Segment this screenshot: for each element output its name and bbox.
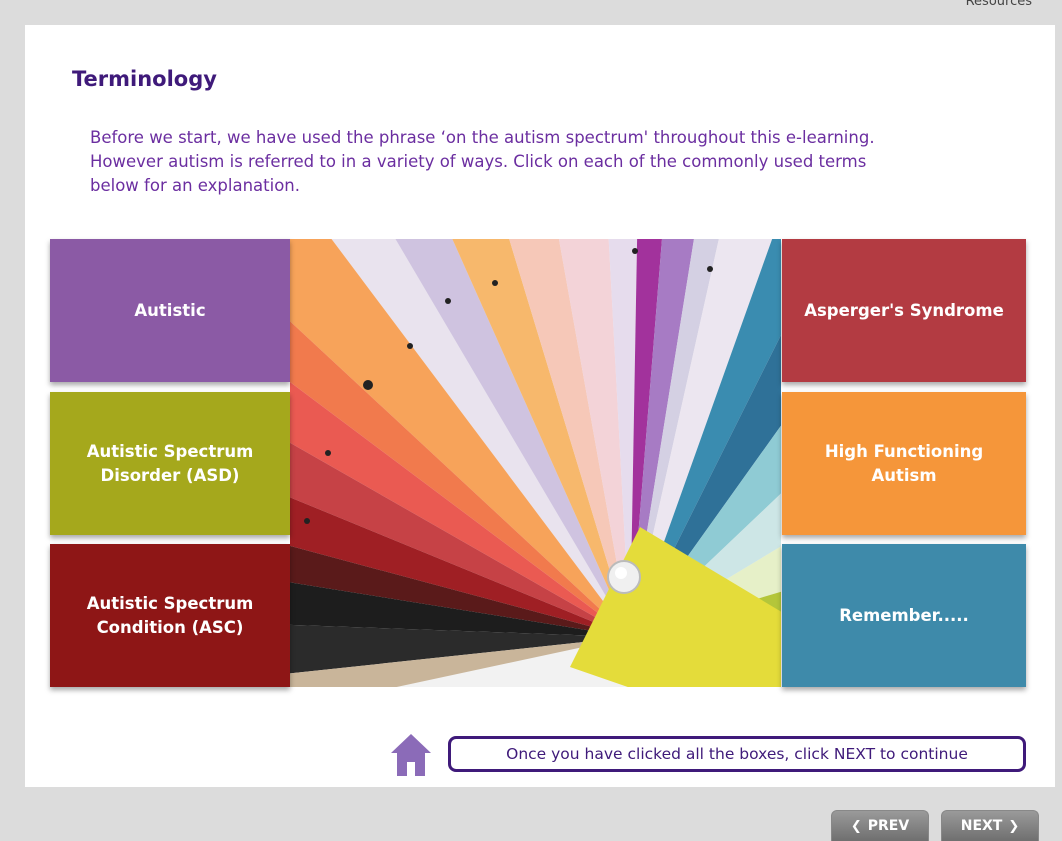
slide-content: Terminology Before we start, we have use… bbox=[25, 25, 1055, 787]
prev-button[interactable]: ❮ PREV bbox=[831, 810, 929, 841]
term-label: Autistic bbox=[134, 300, 206, 320]
term-box-autistic[interactable]: Autistic bbox=[50, 239, 290, 382]
term-box-asc[interactable]: Autistic Spectrum Condition (ASC) bbox=[50, 544, 290, 687]
term-box-asd[interactable]: Autistic Spectrum Disorder (ASD) bbox=[50, 392, 290, 535]
color-swatch-fan-image bbox=[290, 239, 781, 687]
term-box-high-functioning-autism[interactable]: High Functioning Autism bbox=[782, 392, 1026, 535]
chevron-left-icon: ❮ bbox=[850, 818, 862, 834]
home-icon[interactable] bbox=[390, 732, 432, 778]
term-label: Autistic Spectrum Disorder (ASD) bbox=[86, 441, 254, 485]
next-label: NEXT bbox=[960, 818, 1003, 834]
term-box-aspergers[interactable]: Asperger's Syndrome bbox=[782, 239, 1026, 382]
term-label: Autistic Spectrum Condition (ASC) bbox=[86, 593, 254, 637]
chevron-right-icon: ❯ bbox=[1008, 818, 1020, 834]
prev-label: PREV bbox=[867, 818, 910, 834]
term-box-remember[interactable]: Remember..... bbox=[782, 544, 1026, 687]
instruction-banner: Once you have clicked all the boxes, cli… bbox=[448, 736, 1026, 772]
term-label: High Functioning Autism bbox=[824, 441, 984, 485]
term-label: Asperger's Syndrome bbox=[804, 300, 1004, 320]
page-title: Terminology bbox=[72, 67, 217, 91]
intro-text: Before we start, we have used the phrase… bbox=[90, 126, 990, 198]
intro-line-1: Before we start, we have used the phrase… bbox=[90, 128, 875, 147]
home-icon-graphic bbox=[391, 734, 431, 776]
intro-line-3: below for an explanation. bbox=[90, 176, 301, 195]
intro-line-2: However autism is referred to in a varie… bbox=[90, 152, 867, 171]
next-button[interactable]: NEXT ❯ bbox=[941, 810, 1039, 841]
term-label: Remember..... bbox=[839, 605, 969, 625]
resources-link[interactable]: Resources bbox=[966, 0, 1032, 9]
color-fan-graphic bbox=[290, 239, 781, 687]
